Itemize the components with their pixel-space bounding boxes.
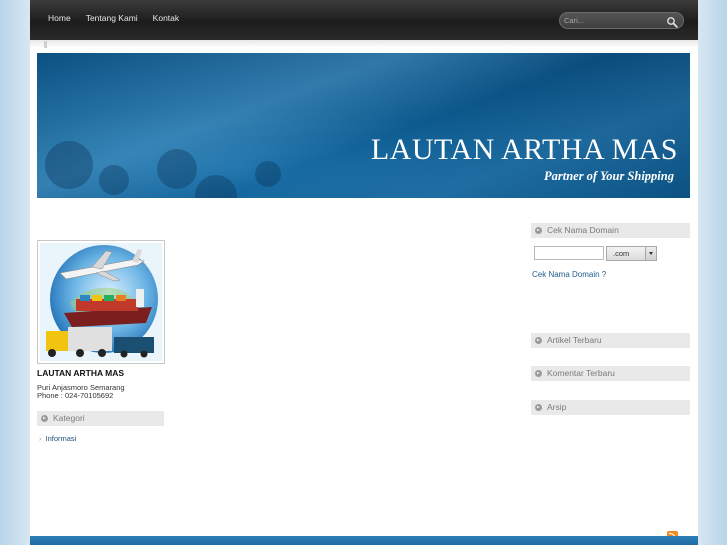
search-box <box>559 12 684 29</box>
recent-articles-heading: Artikel Terbaru <box>531 333 690 348</box>
circle-arrow-icon <box>535 404 542 411</box>
recent-articles-label: Artikel Terbaru <box>547 335 602 345</box>
footer-bar <box>30 536 698 545</box>
circle-arrow-icon <box>41 415 48 422</box>
magnifier-icon[interactable] <box>666 15 678 28</box>
domain-extension-select[interactable]: .com <box>606 246 657 261</box>
domain-extension-value: .com <box>613 249 630 258</box>
banner-bubble <box>255 161 281 187</box>
banner-bubble <box>99 165 129 195</box>
category-item[interactable]: › Informasi <box>39 434 76 443</box>
circle-arrow-icon <box>535 227 542 234</box>
search-input[interactable] <box>564 14 660 27</box>
header-banner: LAUTAN ARTHA MAS Partner of Your Shippin… <box>37 53 690 198</box>
category-item-label: Informasi <box>45 434 77 443</box>
circle-arrow-icon <box>535 337 542 344</box>
company-address: Puri Anjasmoro Semarang Phone : 024-7010… <box>37 384 125 400</box>
nav-tentang-kami-link[interactable]: Tentang Kami <box>86 13 138 23</box>
banner-bubble <box>45 141 93 189</box>
top-navigation-bar: Home Tentang Kami Kontak <box>30 0 698 40</box>
category-widget-heading: Kategori <box>37 411 164 426</box>
category-heading-label: Kategori <box>53 413 85 423</box>
domain-heading-label: Cek Nama Domain <box>547 225 619 235</box>
circle-arrow-icon <box>535 370 542 377</box>
nav-kontak-link[interactable]: Kontak <box>153 13 179 23</box>
banner-subtitle: Partner of Your Shipping <box>543 169 674 183</box>
phone-line: Phone : 024-70105692 <box>37 391 114 400</box>
recent-comments-heading: Komentar Terbaru <box>531 366 690 381</box>
chevron-right-icon: › <box>39 434 42 443</box>
domain-name-input[interactable] <box>534 246 604 260</box>
company-name: LAUTAN ARTHA MAS <box>37 368 125 378</box>
check-domain-link[interactable]: Cek Nama Domain ? <box>532 270 606 279</box>
archive-label: Arsip <box>547 402 567 412</box>
main-nav: Home Tentang Kami Kontak <box>48 13 179 23</box>
company-photo <box>37 240 165 364</box>
recent-comments-label: Komentar Terbaru <box>547 368 615 378</box>
banner-bubble <box>157 149 197 189</box>
archive-heading: Arsip <box>531 400 690 415</box>
page-container: Home Tentang Kami Kontak LAUTAN ARTHA MA… <box>30 0 698 545</box>
domain-widget-heading: Cek Nama Domain <box>531 223 690 238</box>
nav-home-link[interactable]: Home <box>48 13 71 23</box>
sub-header-strip <box>30 40 698 48</box>
divider <box>44 41 47 48</box>
banner-title: LAUTAN ARTHA MAS <box>370 133 678 166</box>
chevron-down-icon[interactable] <box>645 247 656 260</box>
